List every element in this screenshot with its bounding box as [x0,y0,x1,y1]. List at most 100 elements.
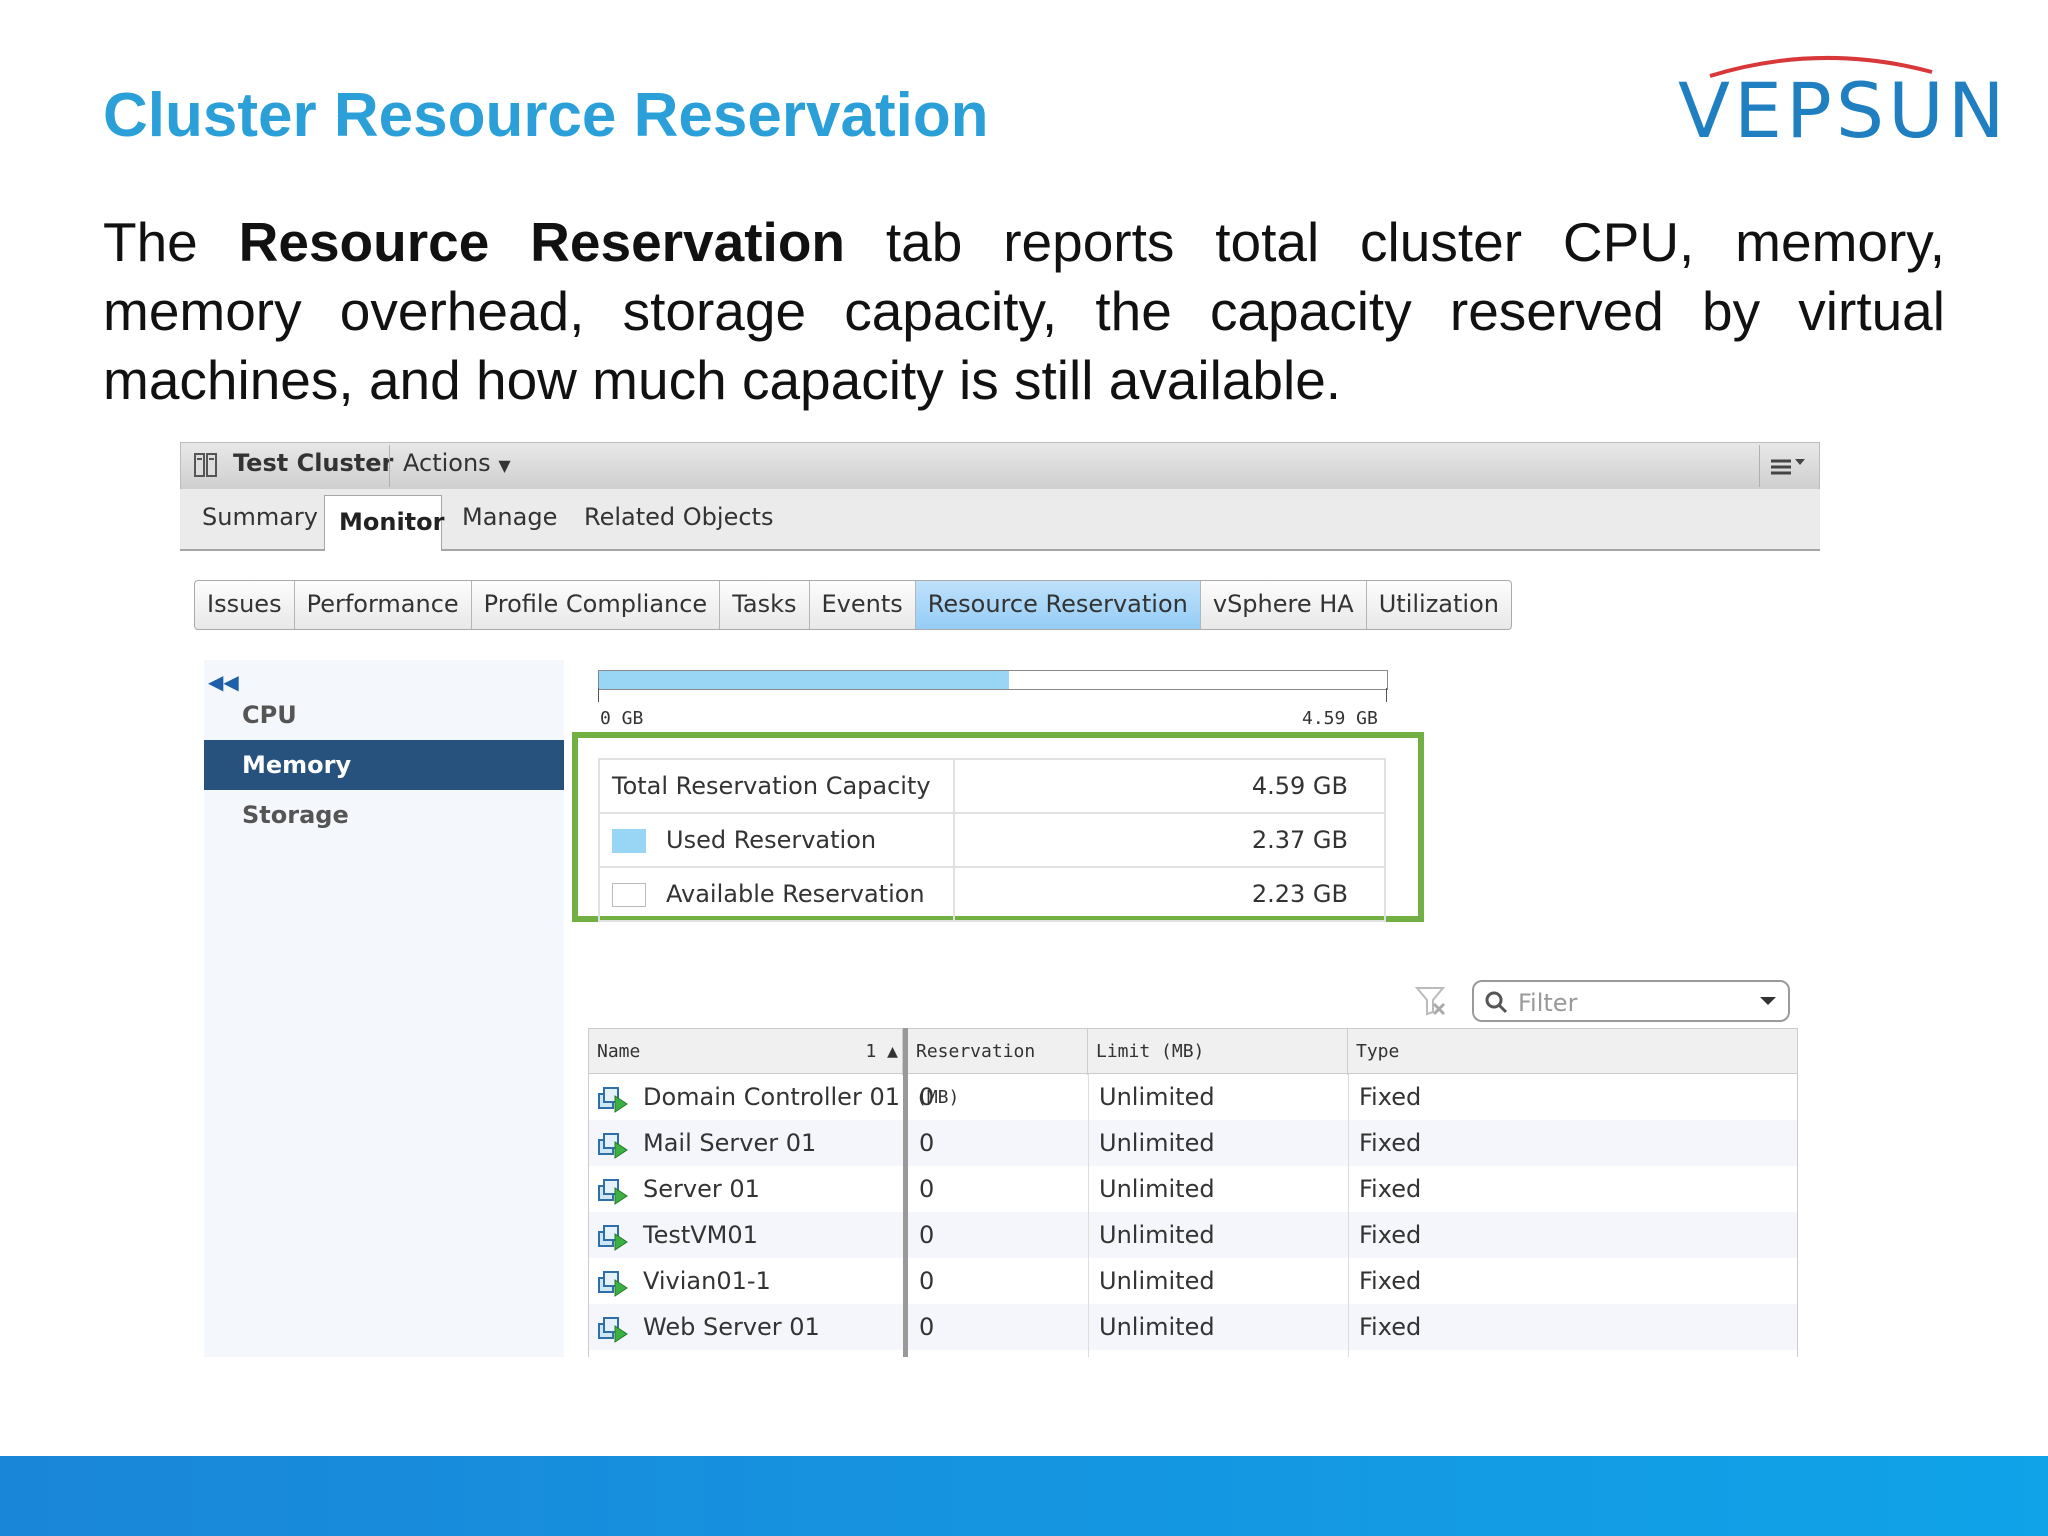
monitor-subtab-bar: Issues Performance Profile Compliance Ta… [194,580,1512,630]
vm-type: Fixed [1359,1175,1422,1203]
object-title-bar: Test Cluster Actions ▼ [180,442,1820,490]
column-header-label: Name [597,1041,641,1062]
bar-tick-left [598,688,599,702]
reservation-summary-table: Total Reservation Capacity 4.59 GB Used … [598,758,1386,922]
sidebar-item-memory[interactable]: Memory [204,740,564,790]
vm-icon [598,1225,628,1251]
subtab-performance[interactable]: Performance [295,581,472,629]
summary-row-used: Used Reservation 2.37 GB [598,812,1386,868]
vm-name[interactable]: Server 01 [643,1166,760,1212]
vm-limit: Unlimited [1099,1221,1215,1249]
main-tab-bar: Summary Monitor Manage Related Objects [180,489,1820,551]
vsphere-window: Test Cluster Actions ▼ Summary Monitor M… [180,442,1820,1357]
table-row[interactable]: Vivian01-1 0 Unlimited Fixed [589,1258,1797,1304]
tab-summary[interactable]: Summary [202,503,318,531]
bar-max-label: 4.59 GB [1302,708,1378,729]
tab-related-objects[interactable]: Related Objects [584,503,773,531]
clear-filter-icon[interactable] [1414,984,1448,1018]
subtab-tasks[interactable]: Tasks [720,581,810,629]
sort-indicator: 1 ▲ [865,1041,898,1062]
vm-limit: Unlimited [1099,1129,1215,1157]
summary-row-available: Available Reservation 2.23 GB [598,866,1386,922]
resource-sidebar: ◀◀ CPU Memory Storage [204,660,564,1357]
table-row[interactable]: Server 01 0 Unlimited Fixed [589,1166,1797,1212]
summary-label: Used Reservation [598,812,955,868]
vm-icon [598,1179,628,1205]
summary-value: 2.37 GB [953,812,1386,868]
table-header: Name 1 ▲ Reservation (MB) Limit (MB) Type [589,1028,1797,1108]
vm-reservation: 0 [919,1175,935,1203]
vm-type: Fixed [1359,1083,1422,1111]
sidebar-item-cpu[interactable]: CPU [204,690,564,740]
object-name: Test Cluster [233,449,394,477]
subtab-vsphere-ha[interactable]: vSphere HA [1201,581,1367,629]
vm-reservation: 0 [919,1083,935,1111]
available-swatch [612,883,646,907]
search-icon [1485,991,1508,1014]
column-header-limit[interactable]: Limit (MB) [1088,1029,1348,1075]
intro-bold: Resource Reservation [238,211,846,273]
actions-label: Actions [403,449,491,477]
subtab-issues[interactable]: Issues [195,581,295,629]
subtab-events[interactable]: Events [810,581,916,629]
table-row[interactable]: Mail Server 01 0 Unlimited Fixed [589,1120,1797,1166]
bar-tick-right [1386,688,1387,702]
vm-reservation-table: Name 1 ▲ Reservation (MB) Limit (MB) Type… [588,1028,1798,1357]
subtab-resource-reservation[interactable]: Resource Reservation [915,581,1201,629]
title-separator [389,445,390,487]
vm-icon [598,1133,628,1159]
actions-menu[interactable]: Actions ▼ [403,449,511,477]
summary-label: Available Reservation [598,866,955,922]
tab-monitor-label: Monitor [339,508,445,536]
chevron-down-icon: ▼ [498,456,511,475]
summary-value: 4.59 GB [953,758,1386,814]
table-row[interactable]: Domain Controller 01 0 Unlimited Fixed [589,1074,1797,1120]
vm-reservation: 0 [919,1129,935,1157]
vm-limit: Unlimited [1099,1267,1215,1295]
intro-paragraph: The Resource Reservation tab reports tot… [103,208,1945,415]
summary-label-text: Available Reservation [666,880,925,908]
vm-name[interactable]: Vivian01-1 [643,1258,771,1304]
subtab-profile-compliance[interactable]: Profile Compliance [472,581,721,629]
list-menu-icon[interactable] [1767,453,1807,479]
summary-label: Total Reservation Capacity [598,758,955,814]
vm-name[interactable]: Domain Controller 01 [643,1074,900,1120]
logo-text: VEPSUN [1678,66,2009,155]
sidebar-item-storage[interactable]: Storage [204,790,564,840]
vm-reservation: 0 [919,1267,935,1295]
intro-prefix: The [103,211,239,273]
filter-placeholder: Filter [1518,989,1578,1017]
vm-type: Fixed [1359,1313,1422,1341]
column-divider [1088,1074,1089,1357]
subtab-utilization[interactable]: Utilization [1367,581,1511,629]
vm-limit: Unlimited [1099,1083,1215,1111]
vm-type: Fixed [1359,1267,1422,1295]
tab-manage[interactable]: Manage [462,503,557,531]
column-header-name[interactable]: Name 1 ▲ [589,1029,903,1075]
chevron-down-icon[interactable] [1760,997,1776,1005]
summary-label-text: Used Reservation [666,826,877,854]
cluster-icon [194,453,217,477]
column-header-type[interactable]: Type [1348,1029,1797,1075]
reservation-bar [598,670,1388,690]
column-resize-handle[interactable] [903,1028,908,1357]
vm-name[interactable]: Mail Server 01 [643,1120,816,1166]
slide-title: Cluster Resource Reservation [103,81,989,150]
vm-icon [598,1317,628,1343]
vm-name[interactable]: TestVM01 [643,1212,758,1258]
table-row[interactable]: Web Server 01 0 Unlimited Fixed [589,1304,1797,1350]
title-separator [1759,445,1760,487]
filter-input[interactable]: Filter [1472,980,1790,1022]
tab-monitor[interactable]: Monitor [324,495,445,551]
column-header-reservation[interactable]: Reservation (MB) [908,1029,1088,1108]
table-row[interactable]: TestVM01 0 Unlimited Fixed [589,1212,1797,1258]
column-divider [1348,1074,1349,1357]
summary-row-total: Total Reservation Capacity 4.59 GB [598,758,1386,814]
vm-type: Fixed [1359,1221,1422,1249]
vm-icon [598,1087,628,1113]
vm-name[interactable]: Web Server 01 [643,1304,820,1350]
vm-limit: Unlimited [1099,1313,1215,1341]
used-swatch [612,829,646,853]
vm-reservation: 0 [919,1313,935,1341]
summary-value: 2.23 GB [953,866,1386,922]
